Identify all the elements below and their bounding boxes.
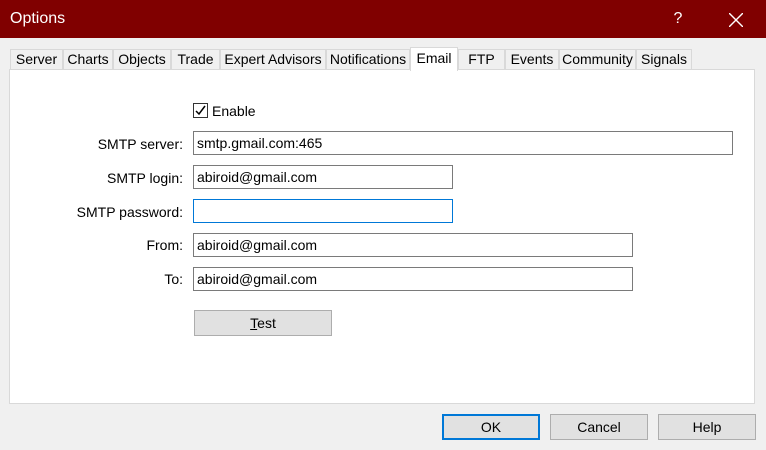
from-input[interactable]: abiroid@gmail.com [193,233,633,257]
enable-label[interactable]: Enable [212,103,256,119]
smtp-password-label: SMTP password: [76,204,183,220]
tab-signals[interactable]: Signals [636,49,692,70]
smtp-login-input[interactable]: abiroid@gmail.com [193,165,453,189]
smtp-password-input[interactable] [193,199,453,223]
tab-email[interactable]: Email [410,47,458,71]
from-label: From: [146,237,183,253]
smtp-server-label: SMTP server: [97,136,183,152]
tab-ftp[interactable]: FTP [458,49,505,70]
enable-checkbox[interactable] [193,103,208,118]
title-bar: Options ? [0,0,766,38]
tab-trade[interactable]: Trade [171,49,220,70]
smtp-login-label: SMTP login: [107,170,183,186]
window-title: Options [10,10,66,27]
help-button[interactable]: Help [658,414,756,440]
to-label: To: [164,271,183,287]
smtp-server-input[interactable]: smtp.gmail.com:465 [193,131,733,155]
close-button[interactable] [710,0,762,38]
close-icon [729,13,743,27]
test-button[interactable]: Test [194,310,332,336]
tab-notifications[interactable]: Notifications [326,49,410,70]
to-input[interactable]: abiroid@gmail.com [193,267,633,291]
tab-events[interactable]: Events [505,49,559,70]
checkmark-icon [195,105,206,116]
tab-community[interactable]: Community [559,49,636,70]
help-icon[interactable]: ? [660,0,696,38]
tab-objects[interactable]: Objects [113,49,171,70]
tab-expert-advisors[interactable]: Expert Advisors [220,49,326,70]
tab-server[interactable]: Server [10,49,63,70]
ok-button[interactable]: OK [442,414,540,440]
cancel-button[interactable]: Cancel [550,414,648,440]
tab-charts[interactable]: Charts [63,49,113,70]
